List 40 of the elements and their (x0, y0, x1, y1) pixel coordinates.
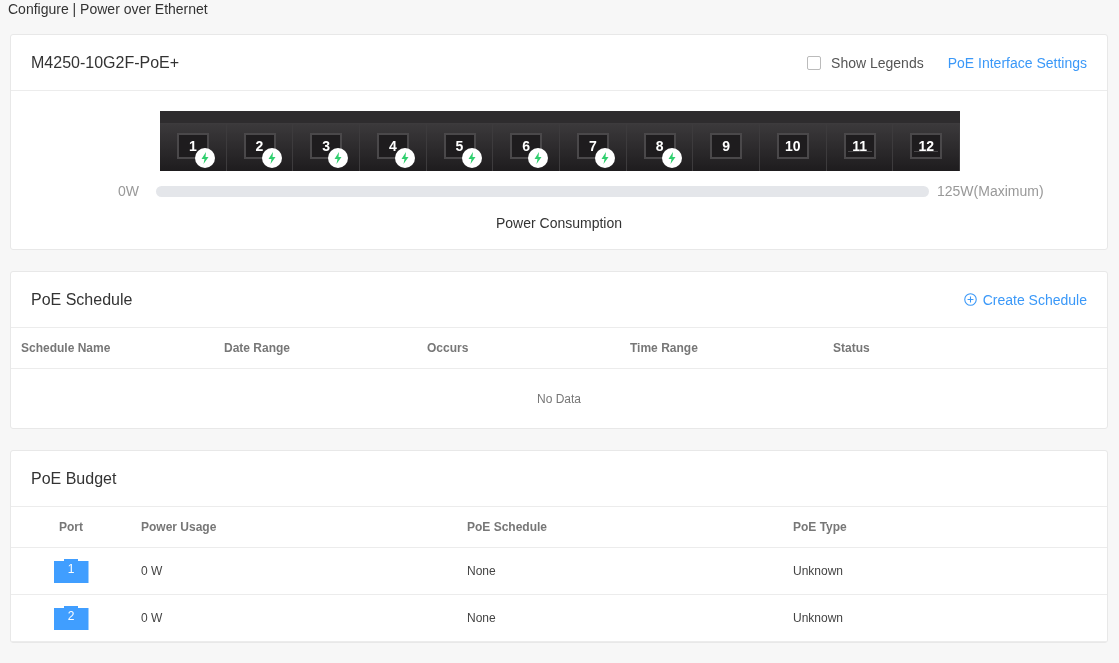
table-cell-text: Unknown (792, 611, 844, 625)
column-header: Time Range (629, 341, 699, 355)
add-icon (963, 293, 977, 306)
switch-port[interactable]: 8 (626, 123, 694, 171)
switch-port[interactable]: 11 (826, 123, 894, 171)
table-cell-text: Unknown (792, 564, 844, 578)
legends-label: Show Legends (831, 54, 924, 71)
power-max-label: 125W(Maximum) (936, 183, 1044, 199)
power-caption: Power Consumption (494, 215, 624, 231)
switch-port[interactable]: 9 (693, 123, 761, 171)
switch-port[interactable]: 12 (893, 123, 961, 171)
legends-checkbox[interactable] (807, 55, 822, 70)
table-cell-text: 0 W (140, 611, 164, 625)
switch-port[interactable]: 7 (560, 123, 627, 171)
column-header: Status (832, 341, 871, 355)
switch-port[interactable]: 1 (160, 123, 227, 171)
switch-port[interactable]: 4 (360, 123, 427, 171)
switch-port[interactable]: 5 (426, 123, 494, 171)
table-cell-text: None (466, 564, 497, 578)
column-header: Power Usage (140, 520, 218, 534)
table-cell-text: 0 W (140, 564, 164, 578)
column-header: Date Range (223, 341, 292, 355)
switch-port[interactable]: 6 (493, 123, 561, 171)
column-header: Port (58, 520, 84, 534)
column-header: PoE Schedule (466, 520, 549, 534)
section-title: PoE Budget (31, 469, 117, 488)
breadcrumb: Configure | Power over Ethernet (8, 1, 208, 17)
column-header: Occurs (426, 341, 470, 355)
no-data-text: No Data (537, 391, 581, 406)
switch-port[interactable]: 3 (293, 123, 360, 171)
section-title: PoE Schedule (31, 290, 133, 309)
switch-port[interactable]: 10 (760, 123, 827, 171)
table-cell-text: None (466, 611, 497, 625)
power-min-label: 0W (117, 183, 140, 199)
port-icon: 1 (53, 559, 89, 583)
switch-port[interactable]: 2 (226, 123, 294, 171)
column-header: PoE Type (792, 520, 847, 534)
column-header: Schedule Name (20, 341, 112, 355)
port-icon: 2 (53, 606, 89, 630)
device-model: M4250-10G2F-PoE+ (31, 53, 180, 72)
